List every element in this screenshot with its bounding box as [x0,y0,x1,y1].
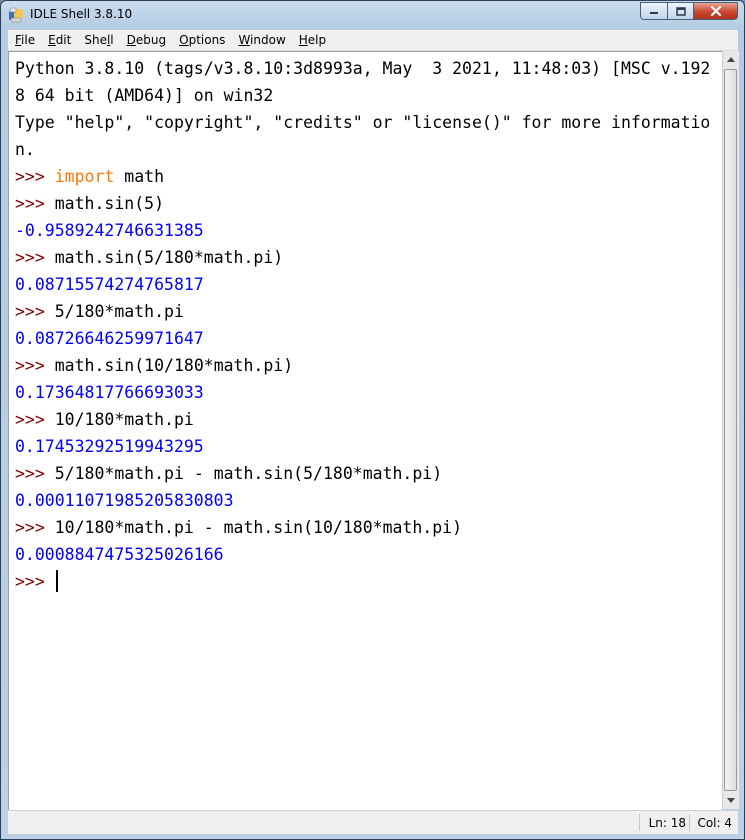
code-text: math.sin(5/180*math.pi) [54,248,284,267]
status-column-number: Col: 4 [697,816,732,830]
menu-options[interactable]: Options [172,33,231,47]
menu-accelerator-key: H [298,33,308,47]
shell-prompt: >>> [15,194,55,213]
menu-help[interactable]: Help [292,33,332,47]
banner-text: Type "help", "copyright", "credits" or "… [15,113,711,132]
output-text: 0.08715574274765817 [15,275,204,294]
shell-line-output: 0.08715574274765817 [15,271,717,298]
menu-label-part: ptions [188,33,226,47]
shell-prompt: >>> [15,518,55,537]
menu-accelerator-key: E [48,33,56,47]
minimize-icon [650,12,658,14]
shell-line-input: >>> math.sin(5/180*math.pi) [15,244,717,271]
menu-label-part: ile [21,33,36,47]
shell-line-banner: n. [15,136,717,163]
shell-line-input: >>> 5/180*math.pi - math.sin(5/180*math.… [15,460,717,487]
maximize-button[interactable] [667,2,693,20]
scroll-up-button[interactable] [723,51,739,68]
menu-accelerator-key: O [179,33,189,47]
shell-line-output: 0.0008847475325026166 [15,541,717,568]
menu-accelerator-key: W [238,33,251,47]
shell-line-banner: 8 64 bit (AMD64)] on win32 [15,82,717,109]
banner-text: Python 3.8.10 (tags/v3.8.10:3d8993a, May… [15,59,711,78]
close-icon [710,6,721,16]
scroll-down-button[interactable] [723,792,739,809]
output-text: 0.17364817766693033 [15,383,204,402]
shell-line-input: >>> 10/180*math.pi [15,406,717,433]
shell-line-output: 0.17453292519943295 [15,433,717,460]
code-text: 10/180*math.pi [54,410,194,429]
menu-debug[interactable]: Debug [120,33,172,47]
output-text: 0.08726646259971647 [15,329,204,348]
window-controls [640,2,738,20]
code-keyword: import [54,167,115,186]
shell-prompt: >>> [15,572,55,591]
shell-prompt: >>> [15,410,55,429]
menu-label-part: indow [250,33,286,47]
python-app-icon[interactable] [8,7,24,23]
menu-label-part: l [110,33,114,47]
output-text: 0.17453292519943295 [15,437,204,456]
banner-text: n. [15,140,35,159]
shell-line-output: 0.17364817766693033 [15,379,717,406]
shell-text-area[interactable]: Python 3.8.10 (tags/v3.8.10:3d8993a, May… [8,51,722,810]
status-bar: Ln: 18 Col: 4 [8,810,738,834]
shell-prompt: >>> [15,356,55,375]
output-text: 0.00011071985205830803 [15,491,234,510]
shell-line-input: >>> import math [15,163,717,190]
menu-window[interactable]: Window [231,33,291,47]
shell-line-banner: Type "help", "copyright", "credits" or "… [15,109,717,136]
scrollbar-thumb[interactable] [724,69,737,791]
banner-text: 8 64 bit (AMD64)] on win32 [15,86,274,105]
minimize-button[interactable] [640,2,667,20]
menu-label-part: elp [307,33,327,47]
menu-edit[interactable]: Edit [41,33,77,47]
output-text: -0.9589242746631385 [15,221,204,240]
menu-file[interactable]: File [8,33,41,47]
idle-shell-window: IDLE Shell 3.8.10 File Edit Shell Debug Opti… [0,0,745,840]
menu-shell[interactable]: Shell [77,33,119,47]
text-cursor [55,570,58,592]
code-text: 5/180*math.pi - math.sin(5/180*math.pi) [54,464,443,483]
shell-line-input: >>> 10/180*math.pi - math.sin(10/180*mat… [15,514,717,541]
menu-accelerator-key: D [126,33,136,47]
code-text: math [114,167,165,186]
menu-label-part: dit [55,33,72,47]
menu-bar: File Edit Shell Debug Options Window Help [8,30,738,51]
close-button[interactable] [693,2,738,20]
menu-label-part: She [84,33,107,47]
shell-line-output: -0.9589242746631385 [15,217,717,244]
shell-output[interactable]: Python 3.8.10 (tags/v3.8.10:3d8993a, May… [15,55,717,595]
vertical-scrollbar[interactable] [722,51,739,809]
scroll-down-icon [727,798,735,803]
shell-line-output: 0.00011071985205830803 [15,487,717,514]
shell-prompt: >>> [15,464,55,483]
window-title: IDLE Shell 3.8.10 [30,7,133,21]
status-line-number: Ln: 18 [648,816,686,830]
code-text: math.sin(10/180*math.pi) [54,356,294,375]
maximize-icon [675,6,686,16]
menu-label-part: ebug [135,33,167,47]
shell-prompt: >>> [15,167,55,186]
shell-prompt: >>> [15,302,55,321]
title-bar[interactable]: IDLE Shell 3.8.10 [1,1,744,29]
output-text: 0.0008847475325026166 [15,545,224,564]
shell-line-output: 0.08726646259971647 [15,325,717,352]
shell-line-banner: Python 3.8.10 (tags/v3.8.10:3d8993a, May… [15,55,717,82]
shell-line-input: >>> 5/180*math.pi [15,298,717,325]
code-text: math.sin(5) [54,194,165,213]
code-text: 5/180*math.pi [54,302,184,321]
shell-prompt: >>> [15,248,55,267]
status-separator [689,814,690,831]
shell-line-input: >>> math.sin(10/180*math.pi) [15,352,717,379]
shell-line-current: >>> [15,568,717,595]
scroll-up-icon [727,57,735,62]
code-text: 10/180*math.pi - math.sin(10/180*math.pi… [54,518,463,537]
status-separator [639,814,640,831]
shell-line-input: >>> math.sin(5) [15,190,717,217]
